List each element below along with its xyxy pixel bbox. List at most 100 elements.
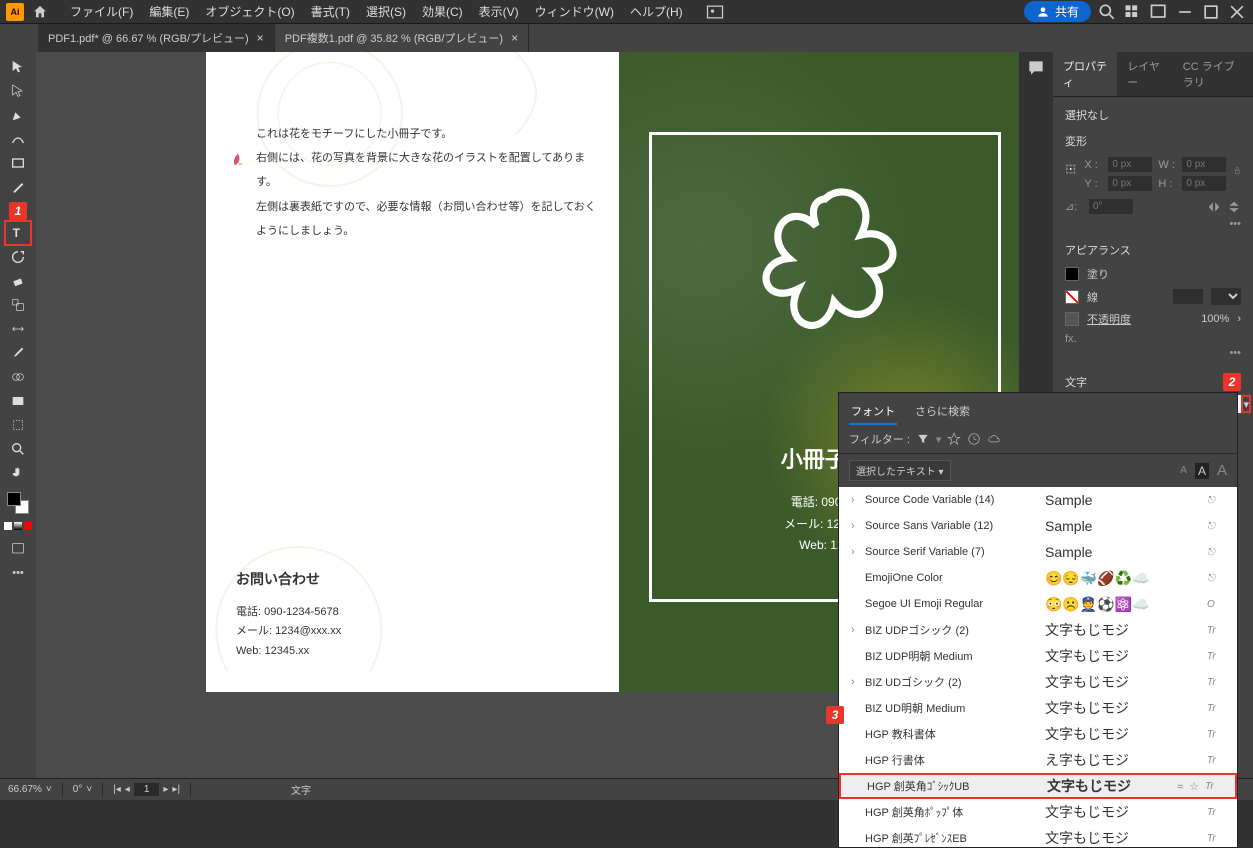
font-list[interactable]: ›Source Code Variable (14)Sample⎋›Source… [839,487,1237,847]
arrange-icon[interactable] [1123,2,1143,22]
font-row[interactable]: HGP 教科書体文字もじモジTr [839,721,1237,747]
cloud-icon[interactable] [987,432,1001,446]
more-options-icon[interactable]: ••• [1065,218,1241,230]
x-input[interactable] [1108,157,1152,172]
flip-v-icon[interactable] [1227,200,1241,214]
opacity-arrow-icon[interactable]: › [1237,313,1241,325]
rectangle-tool[interactable] [6,152,30,174]
shape-builder-tool[interactable] [6,366,30,388]
font-row[interactable]: ›BIZ UDPゴシック (2)文字もじモジTr [839,617,1237,643]
share-button[interactable]: 共有 [1024,1,1091,22]
scale-tool[interactable] [6,294,30,316]
font-dropdown-button[interactable]: ▾ [1241,395,1251,413]
selection-tool[interactable] [6,56,30,78]
comment-icon[interactable] [1026,58,1046,78]
font-row[interactable]: HGP 創英角ｺﾞｼｯｸUB文字もじモジ≈☆Tr [839,773,1237,799]
more-options-icon[interactable]: ••• [1065,347,1241,359]
clock-icon[interactable] [967,432,981,446]
flip-h-icon[interactable] [1207,200,1221,214]
w-input[interactable] [1182,157,1226,172]
chevron-down-icon[interactable]: ˅ [86,784,92,795]
menu-window[interactable]: ウィンドウ(W) [527,3,622,20]
artboard-tool[interactable] [6,414,30,436]
rotation-field[interactable]: 0° ˅ [73,784,92,795]
eyedropper-tool[interactable] [6,342,30,364]
selected-text-dropdown[interactable]: 選択したテキスト ▾ [849,460,951,481]
search-icon[interactable] [1097,2,1117,22]
angle-input[interactable] [1089,199,1133,214]
color-mode-none[interactable] [24,522,32,530]
tab-layers[interactable]: レイヤー [1117,52,1173,96]
menu-select[interactable]: 選択(S) [358,3,414,20]
color-mode-color[interactable] [4,522,12,530]
preview-size-medium[interactable]: A [1195,463,1209,479]
font-row[interactable]: ›BIZ UDゴシック (2)文字もじモジTr [839,669,1237,695]
tab-close-icon[interactable]: × [257,31,264,45]
edit-toolbar-button[interactable]: ••• [6,562,30,584]
font-row[interactable]: ›Source Code Variable (14)Sample⎋ [839,487,1237,513]
artboard-nav[interactable]: |◂ ◂ 1 ▸ ▸| [113,783,180,796]
curvature-tool[interactable] [6,128,30,150]
doc-tab-2[interactable]: PDF複数1.pdf @ 35.82 % (RGB/プレビュー) × [275,24,529,52]
preview-size-large[interactable]: A [1217,462,1227,479]
font-row[interactable]: BIZ UDP明朝 Medium文字もじモジTr [839,643,1237,669]
expand-icon[interactable]: › [851,546,865,558]
fill-color[interactable] [7,492,21,506]
font-tab-fonts[interactable]: フォント [849,399,897,425]
direct-selection-tool[interactable] [6,80,30,102]
zoom-tool[interactable] [6,438,30,460]
image-trace-icon[interactable] [705,2,725,22]
tab-close-icon[interactable]: × [511,31,518,45]
color-swatch[interactable] [7,492,29,514]
page-number[interactable]: 1 [134,783,160,796]
expand-icon[interactable]: › [851,676,865,688]
font-row[interactable]: EmojiOne Color😊😔🐳🏈♻️☁️⎋ [839,565,1237,591]
font-row[interactable]: ›Source Serif Variable (7)Sample⎋ [839,539,1237,565]
rotate-tool[interactable] [6,246,30,268]
preview-size-small[interactable]: A [1180,465,1187,476]
font-row[interactable]: HGP 創英角ﾎﾟｯﾌﾟ体文字もじモジTr [839,799,1237,825]
zoom-field[interactable]: 66.67% ˅ [8,784,52,795]
home-icon[interactable] [32,4,48,20]
reference-point-icon[interactable] [1065,157,1076,181]
expand-icon[interactable]: › [851,494,865,506]
doc-tab-1[interactable]: PDF1.pdf* @ 66.67 % (RGB/プレビュー) × [38,24,275,52]
pen-tool[interactable] [6,104,30,126]
expand-icon[interactable]: › [851,624,865,636]
stroke-style-select[interactable] [1211,288,1241,305]
font-row[interactable]: BIZ UD明朝 Medium文字もじモジTr [839,695,1237,721]
maximize-icon[interactable] [1201,2,1221,22]
prev-icon[interactable]: ◂ [125,784,130,795]
y-input[interactable] [1108,176,1152,191]
color-mode-gradient[interactable] [14,522,22,530]
screen-mode-tool[interactable] [6,538,30,560]
tab-properties[interactable]: プロパティ [1053,52,1117,96]
star-icon[interactable] [947,432,961,446]
font-tab-find-more[interactable]: さらに検索 [913,399,972,425]
menu-object[interactable]: オブジェクト(O) [197,3,302,20]
lock-aspect-icon[interactable] [1234,157,1241,185]
font-row[interactable]: HGP 行書体え字もじモジTr [839,747,1237,773]
eraser-tool[interactable] [6,270,30,292]
menu-effect[interactable]: 効果(C) [414,3,471,20]
last-icon[interactable]: ▸| [172,784,180,795]
h-input[interactable] [1182,176,1226,191]
gradient-tool[interactable] [6,390,30,412]
window-icon[interactable] [1149,2,1169,22]
tab-cc-libraries[interactable]: CC ライブラリ [1173,52,1253,96]
next-icon[interactable]: ▸ [163,784,168,795]
font-row[interactable]: ›Source Sans Variable (12)Sample⎋ [839,513,1237,539]
minimize-icon[interactable] [1175,2,1195,22]
font-row[interactable]: Segoe UI Emoji Regular😳☹️👮⚽️⚛️☁️O [839,591,1237,617]
width-tool[interactable] [6,318,30,340]
star-icon[interactable]: ☆ [1189,781,1199,793]
chevron-down-icon[interactable]: ˅ [46,784,52,795]
close-icon[interactable] [1227,2,1247,22]
similar-icon[interactable]: ≈ [1177,781,1183,793]
type-tool[interactable]: T [6,222,30,244]
fx-label[interactable]: fx. [1065,333,1241,345]
hand-tool[interactable] [6,462,30,484]
filter-icon[interactable] [916,432,930,446]
paintbrush-tool[interactable] [6,176,30,198]
menu-file[interactable]: ファイル(F) [62,3,141,20]
